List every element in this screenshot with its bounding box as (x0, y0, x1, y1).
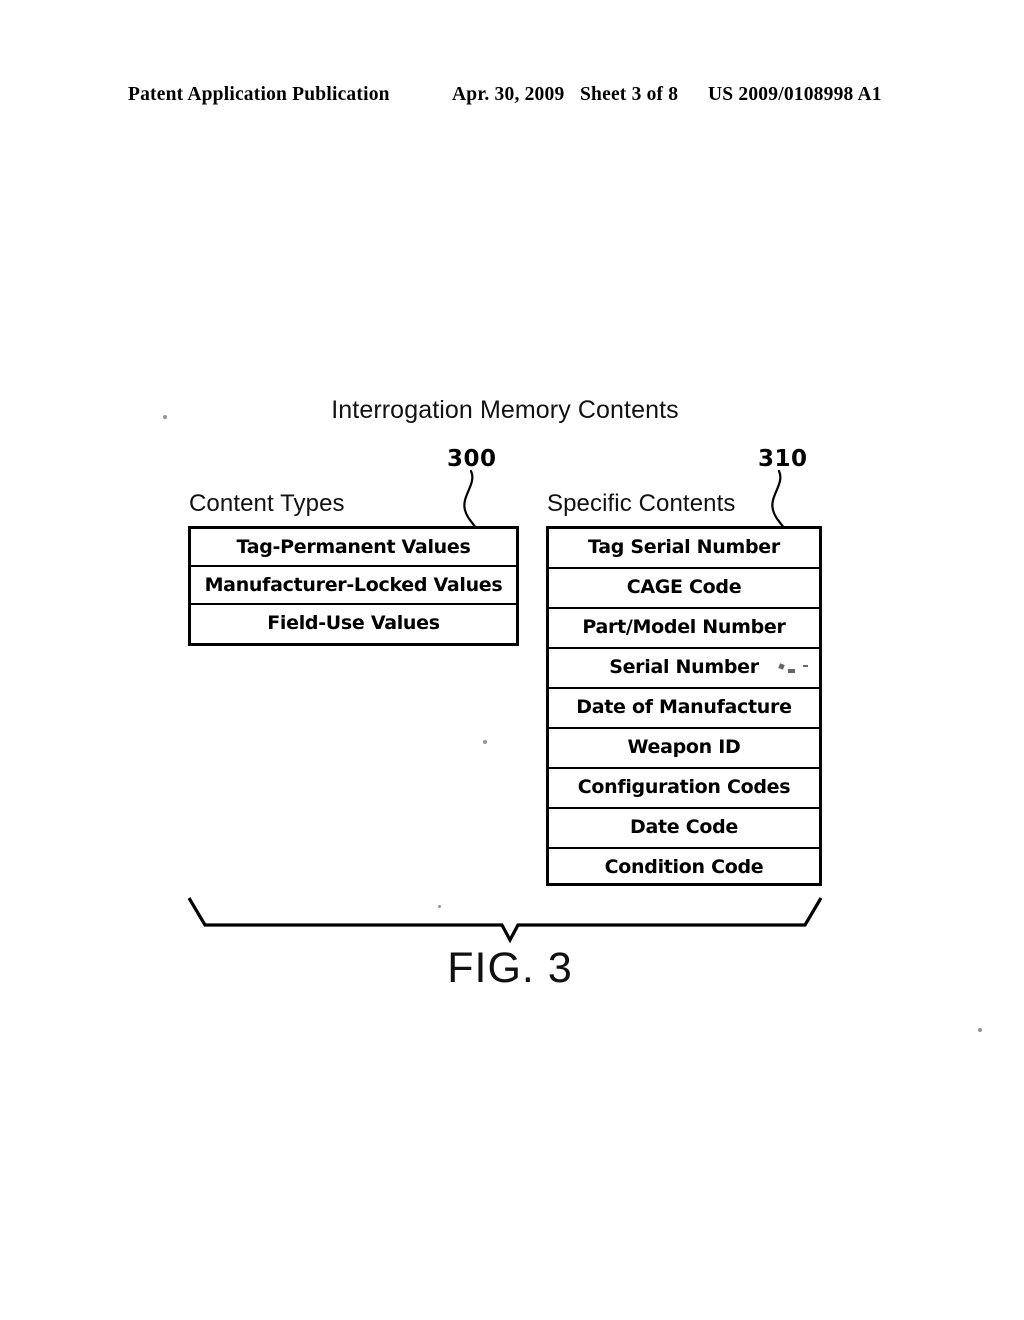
table-row: Field-Use Values (267, 612, 440, 634)
figure-brace-icon (187, 897, 823, 944)
table-row: Part/Model Number (549, 609, 819, 649)
scan-artifact (803, 665, 808, 667)
figure-caption: FIG. 3 (447, 944, 573, 992)
specific-contents-table: Tag Serial Number CAGE Code Part/Model N… (546, 526, 822, 886)
reference-numeral-310: 310 (758, 446, 808, 472)
table-row: Condition Code (604, 856, 764, 878)
table-row: Configuration Codes (549, 769, 819, 809)
leader-line-300-icon (463, 469, 478, 530)
table-row: Manufacturer-Locked Values (191, 567, 516, 605)
table-row: Serial Number (549, 649, 819, 689)
leader-line-310-icon (771, 469, 786, 530)
page-speckle (483, 740, 487, 744)
table-row: Date Code (549, 809, 819, 849)
page-speckle (438, 905, 441, 908)
table-row: CAGE Code (549, 569, 819, 609)
table-row: Tag-Permanent Values (191, 529, 516, 567)
column-heading-specific-contents: Specific Contents (547, 490, 736, 517)
content-types-table: Tag-Permanent Values Manufacturer-Locked… (188, 526, 519, 646)
page-speckle (978, 1028, 982, 1032)
figure-3-diagram: Interrogation Memory Contents 300 310 Co… (0, 0, 1024, 1320)
table-row: Date of Manufacture (549, 689, 819, 729)
scan-artifact (788, 669, 795, 673)
column-heading-content-types: Content Types (189, 490, 345, 517)
table-row: Weapon ID (549, 729, 819, 769)
figure-title: Interrogation Memory Contents (331, 396, 679, 424)
page-speckle (163, 415, 167, 419)
reference-numeral-300: 300 (447, 446, 497, 472)
table-row: Tag Serial Number (549, 529, 819, 569)
